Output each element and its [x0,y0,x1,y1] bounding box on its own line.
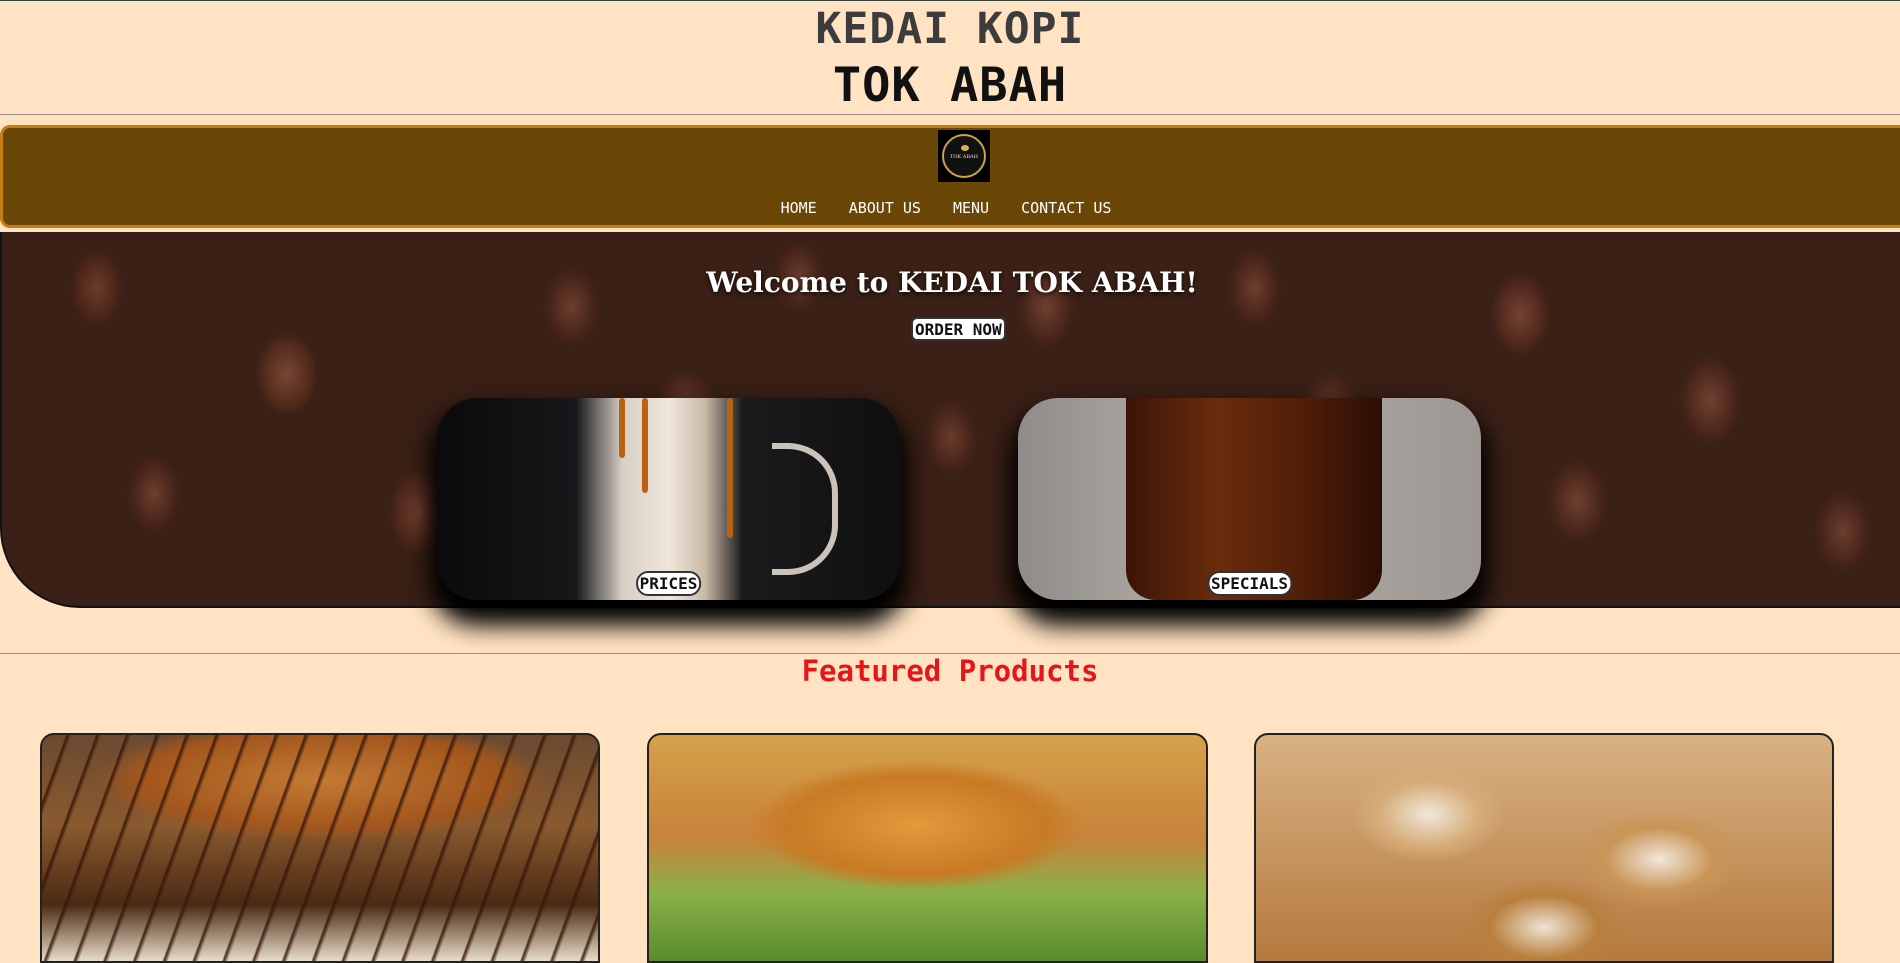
prices-card[interactable]: PRICES [437,398,900,600]
site-logo[interactable]: TOK ABAH [938,130,990,182]
product-card-pastries[interactable] [1254,733,1834,963]
divider [0,114,1900,115]
product-card-chocolate-croissant[interactable] [40,733,600,963]
top-border [0,0,1900,1]
caramel-drip [642,398,648,493]
specials-button[interactable]: SPECIALS [1206,571,1293,596]
caramel-drip [727,398,733,538]
caramel-drip [619,398,625,458]
prices-button[interactable]: PRICES [635,571,702,596]
specials-card[interactable]: SPECIALS [1018,398,1481,600]
coffee-bean-icon [961,145,969,151]
product-card-croissant-sandwich[interactable] [647,733,1208,963]
nav-about-us[interactable]: ABOUT US [833,199,937,217]
site-title-line-1: KEDAI KOPI [815,4,1085,54]
glass-handle [772,443,838,575]
nav-menu-link[interactable]: MENU [937,199,1005,217]
site-title-line-2: TOK ABAH [832,58,1068,113]
nav-contact-us[interactable]: CONTACT US [1005,199,1127,217]
nav-home[interactable]: HOME [765,199,833,217]
hero-banner: Welcome to KEDAI TOK ABAH! ORDER NOW [0,232,1900,608]
logo-text: TOK ABAH [949,154,978,160]
iced-coffee-glass [1126,398,1382,600]
nav-menu: HOME ABOUT US MENU CONTACT US [0,199,1900,217]
hero-welcome-heading: Welcome to KEDAI TOK ABAH! [706,266,1198,299]
order-now-button[interactable]: ORDER NOW [911,317,1006,341]
featured-products-heading: Featured Products [801,654,1099,688]
logo-emblem: TOK ABAH [942,134,986,178]
